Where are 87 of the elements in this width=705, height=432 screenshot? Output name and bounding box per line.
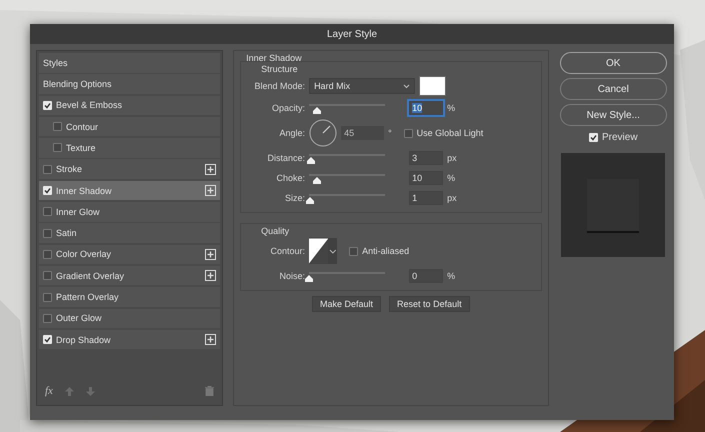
- unit-label: °: [388, 128, 392, 138]
- window-title: Layer Style: [30, 24, 674, 44]
- style-label: Pattern Overlay: [56, 292, 120, 302]
- checkbox-label: Use Global Light: [416, 128, 484, 138]
- checkbox[interactable]: [349, 246, 358, 256]
- checkbox[interactable]: [43, 292, 52, 302]
- value-field[interactable]: 10: [409, 101, 444, 115]
- color-swatch[interactable]: [419, 76, 446, 96]
- slider-thumb[interactable]: [305, 275, 314, 282]
- add-icon[interactable]: [205, 185, 216, 196]
- unit-label: %: [447, 103, 456, 113]
- style-list-item[interactable]: Satin: [39, 223, 220, 243]
- field-label: Noise:: [278, 271, 306, 281]
- angle-field[interactable]: 45: [341, 126, 384, 140]
- section-title: Inner Shadow: [245, 53, 303, 63]
- slider-thumb[interactable]: [306, 197, 314, 204]
- checkbox[interactable]: [53, 143, 62, 152]
- style-list-item[interactable]: Styles: [39, 53, 220, 72]
- style-label: Satin: [56, 228, 78, 238]
- value-field[interactable]: 0: [409, 269, 444, 283]
- panel-button[interactable]: Make Default: [312, 296, 382, 312]
- value-field[interactable]: 1: [409, 191, 444, 205]
- unit-label: %: [447, 173, 456, 183]
- dialog-button[interactable]: New Style...: [560, 104, 667, 126]
- style-label: Outer Glow: [56, 313, 103, 324]
- field-label: Size:: [284, 193, 306, 203]
- contour-picker[interactable]: [309, 238, 338, 264]
- style-label: Stroke: [56, 164, 84, 174]
- field-label: Contour:: [270, 246, 306, 256]
- style-list-item[interactable]: Drop Shadow: [39, 330, 220, 350]
- style-list-item[interactable]: Pattern Overlay: [39, 287, 220, 307]
- dialog-button[interactable]: OK: [560, 52, 667, 74]
- style-list-item[interactable]: Gradient Overlay: [39, 266, 220, 286]
- style-label: Gradient Overlay: [56, 270, 126, 281]
- value-field[interactable]: 10: [409, 171, 444, 185]
- checkbox[interactable]: [43, 164, 52, 174]
- field-label: Angle:: [278, 128, 306, 138]
- checkbox-label: Preview: [602, 132, 638, 143]
- style-list-item[interactable]: Color Overlay: [39, 244, 220, 264]
- style-label: Drop Shadow: [56, 334, 112, 345]
- style-list-item[interactable]: Inner Shadow: [39, 180, 220, 200]
- style-list-item[interactable]: Stroke: [39, 159, 220, 179]
- down-arrow-icon[interactable]: [86, 386, 95, 396]
- style-label: Inner Shadow: [56, 186, 113, 196]
- field-label: Blend Mode:: [254, 81, 306, 91]
- checkbox[interactable]: [53, 122, 62, 132]
- trash-icon[interactable]: [205, 386, 214, 396]
- add-icon[interactable]: [205, 334, 216, 346]
- style-label: Bevel & Emboss: [56, 100, 124, 110]
- style-label: Color Overlay: [56, 249, 112, 260]
- field-label: Distance:: [266, 153, 306, 163]
- style-label: Texture: [66, 142, 97, 153]
- checkbox[interactable]: [43, 250, 52, 259]
- style-list-item[interactable]: Bevel & Emboss: [39, 96, 220, 116]
- add-icon[interactable]: [205, 164, 216, 175]
- unit-label: px: [447, 153, 457, 163]
- checkbox-label: Anti-aliased: [362, 246, 410, 256]
- dialog-button[interactable]: Cancel: [560, 78, 667, 100]
- style-label: Contour: [66, 122, 100, 132]
- style-list-item[interactable]: Outer Glow: [39, 308, 220, 328]
- slider-thumb[interactable]: [307, 157, 316, 164]
- unit-label: px: [447, 193, 457, 203]
- checkbox[interactable]: [43, 207, 52, 216]
- style-list-item[interactable]: Inner Glow: [39, 202, 220, 222]
- group-title: Quality: [260, 226, 290, 236]
- field-label: Opacity:: [271, 103, 306, 113]
- fx-button[interactable]: fx: [45, 385, 53, 397]
- add-icon[interactable]: [205, 248, 216, 260]
- group-title: Structure: [260, 64, 298, 74]
- checkbox[interactable]: [404, 128, 413, 138]
- checkbox[interactable]: [43, 228, 52, 238]
- field-label: Choke:: [276, 173, 306, 183]
- checkbox[interactable]: [43, 314, 52, 323]
- chevron-down-icon: [329, 248, 338, 254]
- style-list-item[interactable]: Texture: [39, 138, 220, 158]
- style-list-item[interactable]: Contour: [39, 116, 220, 136]
- blend-mode-dropdown[interactable]: Hard Mix: [309, 78, 416, 94]
- up-arrow-icon[interactable]: [64, 386, 74, 396]
- style-list-item[interactable]: Blending Options: [39, 74, 220, 94]
- value-field[interactable]: 3: [409, 151, 444, 165]
- add-icon[interactable]: [205, 270, 216, 282]
- chevron-down-icon: [403, 84, 410, 88]
- unit-label: %: [447, 271, 456, 281]
- angle-dial[interactable]: [309, 119, 338, 147]
- panel-button[interactable]: Reset to Default: [389, 296, 470, 312]
- style-label: Inner Glow: [56, 206, 101, 217]
- checkbox[interactable]: [43, 271, 52, 280]
